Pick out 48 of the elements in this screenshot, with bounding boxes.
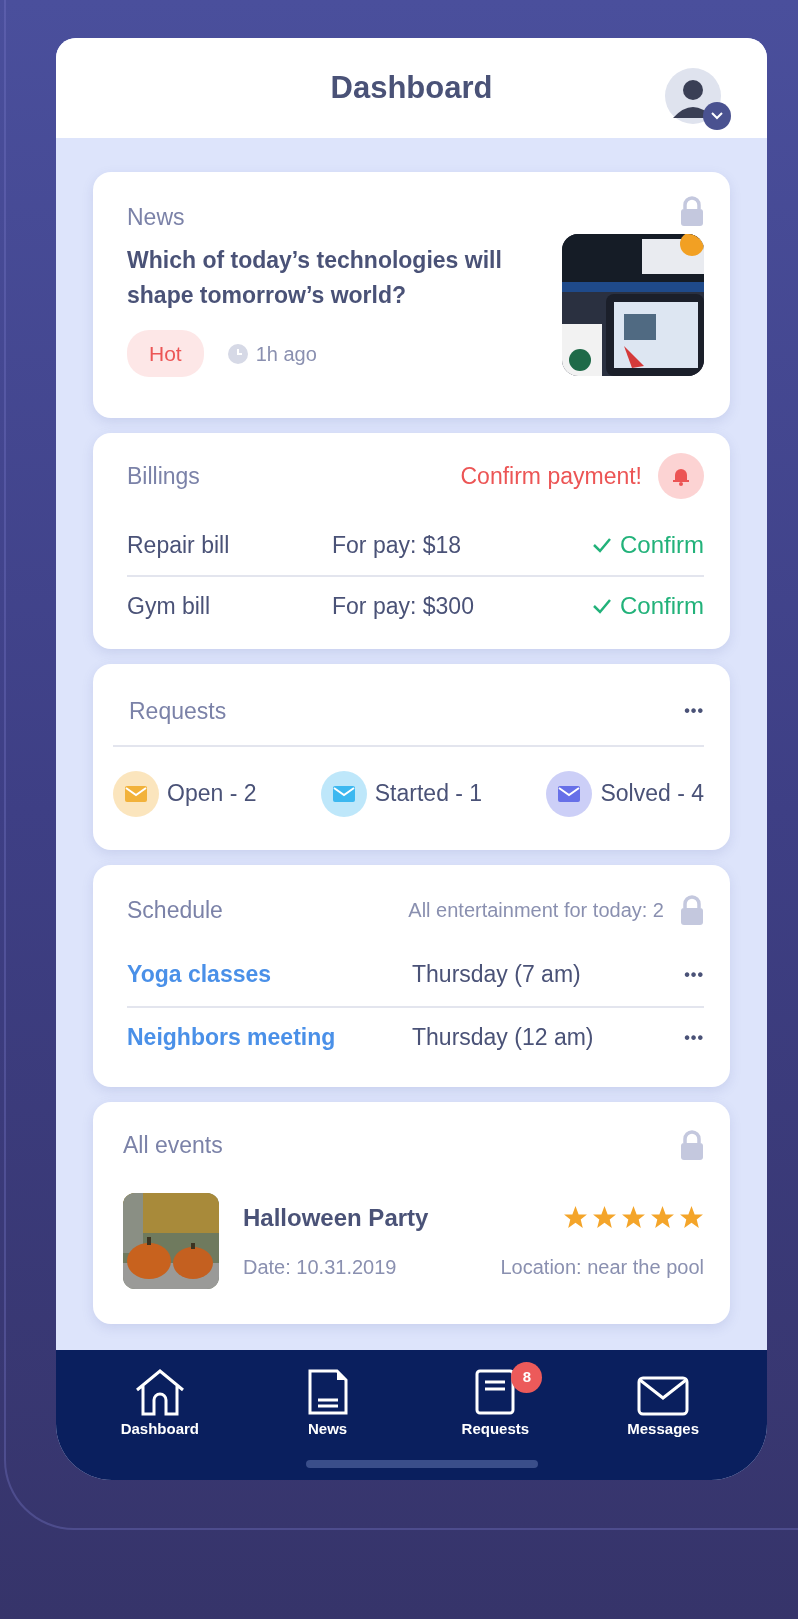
event-date: Date: 10.31.2019 bbox=[243, 1254, 397, 1280]
status-label[interactable]: Solved - 4 bbox=[600, 776, 704, 811]
tag: Hot bbox=[127, 329, 204, 378]
bill-amount: For pay: $300 bbox=[332, 591, 475, 621]
lock-icon bbox=[680, 196, 704, 226]
card-title: Billings bbox=[127, 461, 200, 491]
check-icon bbox=[592, 537, 612, 553]
event-location: Location: near the pool bbox=[500, 1254, 704, 1280]
card-title: All events bbox=[123, 1131, 223, 1160]
summary-text: All entertainment for today: 2 bbox=[408, 898, 664, 924]
card-title: News bbox=[127, 203, 186, 232]
tab-button[interactable]: Dashboard bbox=[94, 1364, 225, 1480]
star-icon bbox=[621, 1205, 646, 1230]
check-icon bbox=[592, 598, 612, 614]
event-title: Halloween Party bbox=[243, 1202, 429, 1233]
tab-button[interactable]: News bbox=[262, 1364, 393, 1480]
star-icon bbox=[563, 1205, 588, 1230]
tab-button[interactable]: Messages bbox=[598, 1364, 729, 1480]
more-icon[interactable]: ••• bbox=[684, 699, 704, 724]
document-icon bbox=[474, 1368, 517, 1416]
home-icon bbox=[133, 1368, 186, 1416]
more-icon[interactable]: ••• bbox=[684, 962, 704, 987]
alert-text: Confirm payment! bbox=[460, 461, 642, 491]
clock-icon bbox=[227, 343, 248, 364]
star-icon bbox=[679, 1205, 704, 1230]
chevron-down-icon[interactable] bbox=[703, 102, 731, 130]
star-icon bbox=[650, 1205, 675, 1230]
bill-name: Gym bill bbox=[127, 591, 212, 621]
news-headline[interactable]: Which of today’s technologies will shape tomorrow’s world? bbox=[127, 242, 527, 314]
bill-amount: For pay: $18 bbox=[332, 530, 463, 560]
timestamp: 1h ago bbox=[255, 341, 317, 367]
card-title: Schedule bbox=[127, 896, 223, 925]
lock-icon bbox=[680, 1130, 704, 1161]
notification-badge: 8 bbox=[511, 1362, 543, 1393]
page-title: Dashboard bbox=[330, 68, 493, 107]
card-title: Requests bbox=[129, 697, 227, 726]
bill-name: Repair bill bbox=[127, 530, 231, 560]
more-icon[interactable]: ••• bbox=[684, 1025, 704, 1050]
bell-icon[interactable] bbox=[658, 453, 704, 499]
star-icon bbox=[592, 1205, 617, 1230]
lock-icon bbox=[680, 895, 704, 926]
mail-icon bbox=[637, 1376, 690, 1416]
status-label[interactable]: Started - 1 bbox=[374, 776, 483, 811]
event-time: Thursday (12 am) bbox=[412, 1023, 595, 1053]
tab-button[interactable]: Requests 8 bbox=[430, 1364, 561, 1480]
status-label[interactable]: Open - 2 bbox=[167, 776, 257, 811]
event-time: Thursday (7 am) bbox=[412, 960, 582, 990]
document-icon bbox=[306, 1368, 349, 1416]
